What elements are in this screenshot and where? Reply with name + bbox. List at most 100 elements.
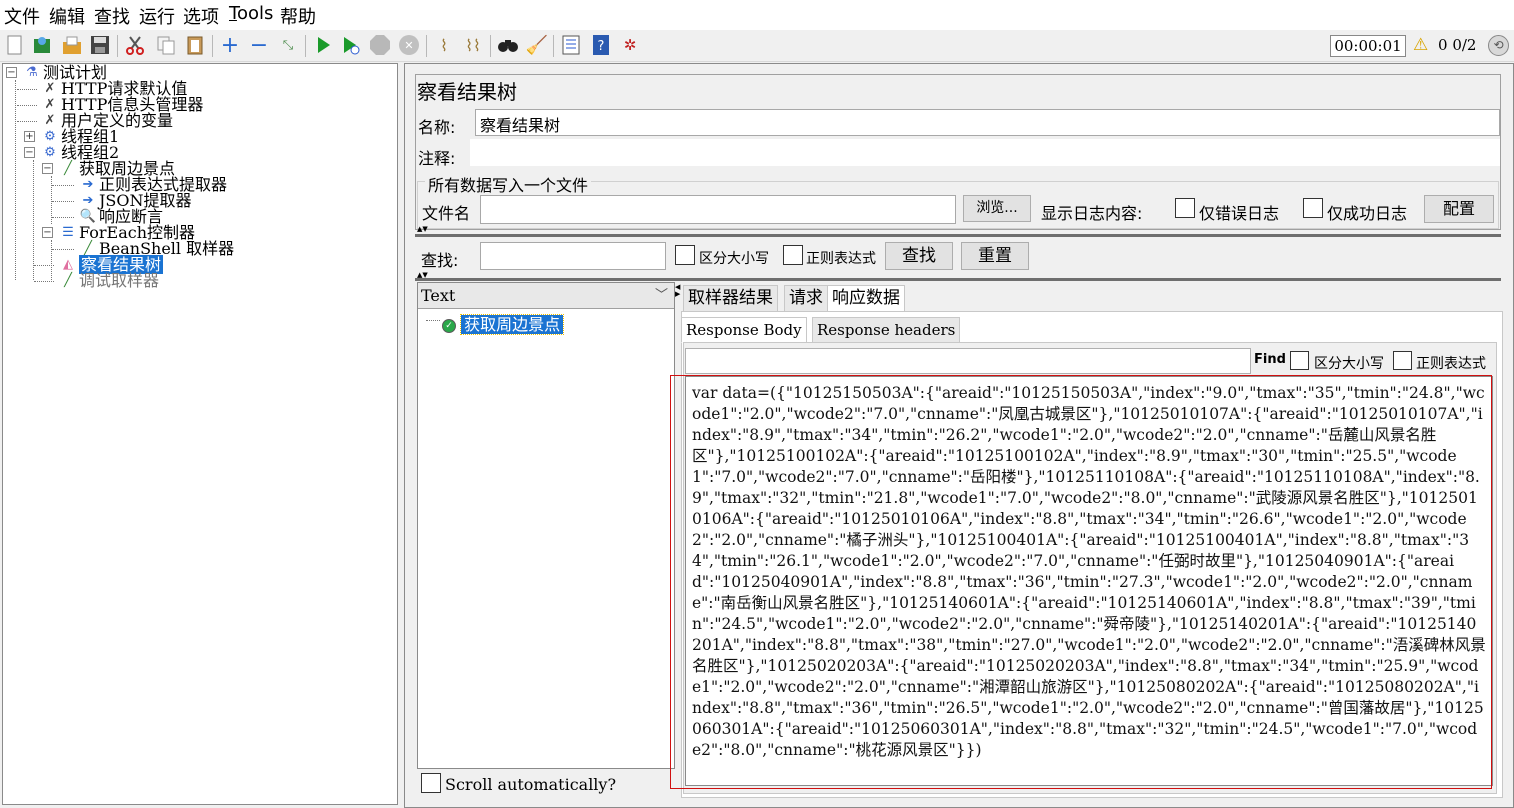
subtab-response-body[interactable]: Response Body xyxy=(681,317,807,343)
errors-only-checkbox[interactable] xyxy=(1175,198,1195,218)
open-icon[interactable] xyxy=(61,34,83,56)
warning-icon[interactable]: ⚠ xyxy=(1413,35,1428,55)
new-icon[interactable] xyxy=(4,34,26,56)
split-arrows-icon[interactable]: ▲▼ xyxy=(417,226,428,233)
clear-all-icon[interactable]: ⌇⌇ xyxy=(462,34,484,56)
chevron-down-icon: ﹀ xyxy=(654,288,668,303)
menu-file[interactable]: 文件 xyxy=(4,3,40,29)
clear-icon[interactable]: ⌇ xyxy=(433,34,455,56)
config-icon: ✗ xyxy=(44,81,56,96)
body-case-sensitive-checkbox[interactable] xyxy=(1290,351,1309,370)
result-item[interactable]: ✓ 获取周边景点 xyxy=(442,311,565,335)
configure-button[interactable]: 配置 xyxy=(1424,195,1494,223)
body-regex-checkbox[interactable] xyxy=(1393,351,1412,370)
collapse-toggle[interactable]: − xyxy=(42,163,53,174)
extractor-icon: ➔ xyxy=(82,193,94,208)
cut-icon[interactable] xyxy=(124,34,146,56)
elapsed-time: 00:00:01 xyxy=(1330,35,1406,57)
split-arrows-icon[interactable]: ▲▼ xyxy=(417,272,428,279)
test-plan-tree[interactable]: − + − − − ⚗ 测试计划 ✗ HTTP请求默认值 ✗ HTTP信息头管理器 ✗… xyxy=(2,63,398,805)
help-icon[interactable]: ? xyxy=(590,34,612,56)
menu-help[interactable]: 帮助 xyxy=(280,3,316,29)
name-field[interactable]: 察看结果树 xyxy=(475,109,1500,136)
toolbar: + − ⤡ ✕ ⌇ ⌇⌇ 🧹 ? ✲ 00:00:01 ⚠ 0 0/2 ⟲ xyxy=(0,30,1514,62)
comment-field[interactable] xyxy=(470,139,1500,166)
thread-group-icon: ⚙ xyxy=(44,129,56,144)
subtab-response-headers[interactable]: Response headers xyxy=(812,317,961,343)
panel-title: 察看结果树 xyxy=(417,80,517,104)
response-body-text[interactable]: var data=({"10125150503A":{"areaid":"101… xyxy=(685,376,1493,786)
extractor-icon: ➔ xyxy=(82,177,94,192)
regex-label: 正则表达式 xyxy=(806,251,876,267)
filename-label: 文件名 xyxy=(422,204,471,223)
name-label: 名称: xyxy=(418,118,456,137)
menu-search[interactable]: 查找 xyxy=(94,3,130,29)
config-icon: ✗ xyxy=(44,97,56,112)
file-section-title: 所有数据写入一个文件 xyxy=(425,172,592,196)
log-content-label: 显示日志内容: xyxy=(1041,204,1143,223)
case-sensitive-checkbox[interactable] xyxy=(675,245,695,265)
view-results-tree-panel: 察看结果树 名称: 察看结果树 注释: 所有数据写入一个文件 文件名 浏览...… xyxy=(404,63,1514,808)
svg-text:?: ? xyxy=(598,39,605,54)
divider[interactable] xyxy=(415,278,1501,281)
search-field[interactable] xyxy=(480,242,666,270)
stop-icon[interactable] xyxy=(369,34,391,56)
function-helper-icon[interactable] xyxy=(560,34,582,56)
start-icon[interactable] xyxy=(312,34,334,56)
body-case-sensitive-label: 区分大小写 xyxy=(1314,356,1384,372)
tab-request[interactable]: 请求 xyxy=(784,285,828,312)
remote-status-icon[interactable]: ⟲ xyxy=(1488,35,1509,56)
collapse-toggle[interactable]: − xyxy=(24,147,35,158)
status-counts: 0 0/2 xyxy=(1438,36,1476,54)
expand-icon[interactable]: + xyxy=(219,33,241,58)
body-find-field[interactable] xyxy=(685,348,1251,374)
expand-toggle[interactable]: + xyxy=(24,131,35,142)
toggle-icon[interactable]: ⤡ xyxy=(277,34,299,56)
menu-tools[interactable]: Tools xyxy=(229,3,273,24)
collapse-toggle[interactable]: − xyxy=(42,227,53,238)
search-label: 查找: xyxy=(421,251,459,270)
listener-icon: ◭ xyxy=(63,257,73,272)
results-list[interactable]: Text ﹀ ✓ 获取周边景点 xyxy=(417,282,675,798)
menu-run[interactable]: 运行 xyxy=(139,3,175,29)
divider[interactable] xyxy=(415,234,1501,237)
thread-group-icon: ⚙ xyxy=(44,145,56,160)
menu-options[interactable]: 选项 xyxy=(183,3,219,29)
warning-count: 0 xyxy=(1438,36,1448,54)
collapse-toggle[interactable]: − xyxy=(6,67,17,78)
tab-sampler-result[interactable]: 取样器结果 xyxy=(683,285,778,312)
reset-button[interactable]: 重置 xyxy=(961,242,1029,270)
tab-response-data[interactable]: 响应数据 xyxy=(827,285,905,312)
filename-field[interactable] xyxy=(480,195,956,224)
comment-label: 注释: xyxy=(418,149,456,168)
tree-item-debug-sampler[interactable]: ╱ 调试取样器 xyxy=(59,273,159,289)
copy-icon[interactable] xyxy=(155,34,177,56)
browse-button[interactable]: 浏览... xyxy=(963,195,1031,222)
test-plan-icon: ⚗ xyxy=(26,65,38,80)
case-sensitive-label: 区分大小写 xyxy=(699,251,769,267)
find-button[interactable]: 查找 xyxy=(885,242,953,270)
start-no-pause-icon[interactable] xyxy=(340,34,362,56)
templates-icon[interactable] xyxy=(31,34,53,56)
menu-edit[interactable]: 编辑 xyxy=(49,3,85,29)
controller-icon: ☰ xyxy=(62,225,74,240)
shutdown-icon[interactable]: ✕ xyxy=(398,34,420,56)
sampler-icon: ╱ xyxy=(64,273,72,288)
search-icon[interactable] xyxy=(497,34,519,56)
save-icon[interactable] xyxy=(89,34,111,56)
success-only-label: 仅成功日志 xyxy=(1327,204,1408,223)
collapse-icon[interactable]: − xyxy=(248,33,270,58)
scroll-automatically-label: Scroll automatically? xyxy=(445,775,617,794)
scroll-automatically-checkbox[interactable] xyxy=(421,773,441,793)
body-regex-label: 正则表达式 xyxy=(1416,356,1486,372)
remote-start-icon[interactable]: ✲ xyxy=(619,34,641,56)
svg-text:✕: ✕ xyxy=(404,39,413,52)
regex-checkbox[interactable] xyxy=(783,245,803,265)
thread-count: 0/2 xyxy=(1452,36,1477,54)
success-only-checkbox[interactable] xyxy=(1303,198,1323,218)
paste-icon[interactable] xyxy=(184,34,206,56)
reset-search-icon[interactable]: 🧹 xyxy=(526,34,548,56)
renderer-select[interactable]: Text ﹀ xyxy=(418,283,674,309)
menu-bar: 文件 编辑 查找 运行 选项 Tools 帮助 xyxy=(0,0,1514,30)
success-shield-icon: ✓ xyxy=(442,318,456,333)
